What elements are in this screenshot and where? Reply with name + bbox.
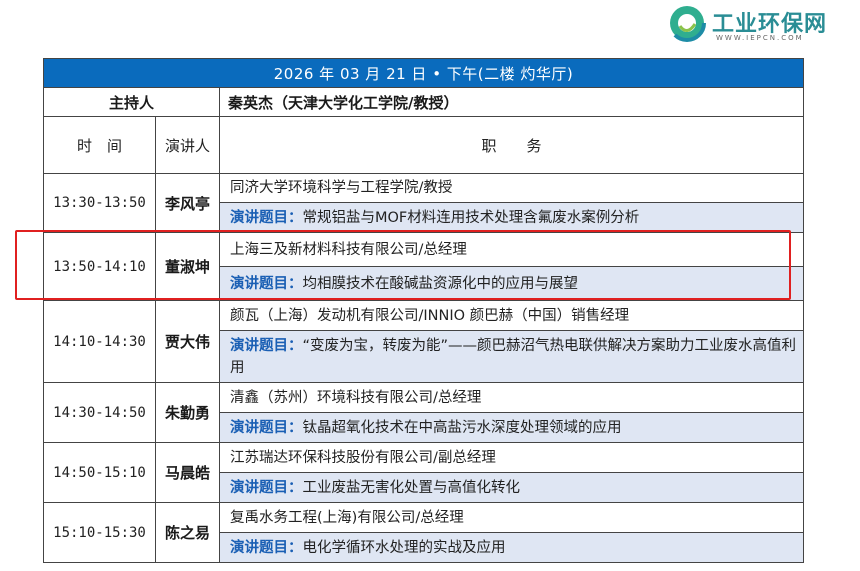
speaker-name: 李风亭 (155, 173, 220, 233)
topic-label: 演讲题目： (230, 209, 303, 226)
topic-text: 工业废盐无害化处置与高值化转化 (302, 479, 521, 496)
topic-label: 演讲题目： (230, 275, 303, 292)
speaker-org: 同济大学环境科学与工程学院/教授 (218, 173, 805, 203)
header-speaker: 演讲人 (155, 116, 220, 174)
table-row: 14:50-15:10 马晨皓 江苏瑞达环保科技股份有限公司/副总经理 (43, 442, 805, 503)
header-time: 时 间 (43, 116, 156, 174)
speaker-name: 陈之易 (155, 502, 220, 563)
host-row: 主持人 秦英杰（天津大学化工学院/教授） (43, 87, 805, 117)
host-label: 主持人 (43, 87, 220, 117)
topic-cell: 演讲题目：工业废盐无害化处置与高值化转化 (218, 472, 805, 503)
topic-label: 演讲题目： (230, 539, 303, 556)
banner-row: 2026 年 03 月 21 日 • 下午(二楼 灼华厅) (42, 58, 805, 88)
logo-mark-icon (668, 4, 706, 42)
topic-text: “变废为宝，转废为能”——颜巴赫沼气热电联供解决方案助力工业废水高值利用 (230, 337, 797, 376)
speaker-name: 马晨皓 (155, 442, 220, 503)
topic-cell: 演讲题目：“变废为宝，转废为能”——颜巴赫沼气热电联供解决方案助力工业废水高值利… (218, 330, 805, 383)
slot-time: 14:30-14:50 (43, 382, 156, 443)
speaker-org: 江苏瑞达环保科技股份有限公司/副总经理 (218, 442, 805, 473)
speaker-name: 朱勤勇 (155, 382, 220, 443)
header-position: 职 务 (218, 116, 805, 174)
slot-time: 14:10-14:30 (43, 300, 156, 383)
topic-label: 演讲题目： (230, 419, 303, 436)
logo: 工业环保网 WWW.IEPCN.COM (668, 4, 848, 44)
speaker-org: 上海三及新材料科技有限公司/总经理 (218, 232, 805, 267)
topic-text: 电化学循环水处理的实战及应用 (302, 539, 506, 556)
topic-text: 钛晶超氧化技术在中高盐污水深度处理领域的应用 (302, 419, 622, 436)
slot-time: 13:50-14:10 (43, 232, 156, 301)
topic-cell: 演讲题目：钛晶超氧化技术在中高盐污水深度处理领域的应用 (218, 412, 805, 443)
speaker-org: 清鑫（苏州）环境科技有限公司/总经理 (218, 382, 805, 413)
host-name: 秦英杰（天津大学化工学院/教授） (218, 87, 805, 117)
slot-time: 13:30-13:50 (43, 173, 156, 233)
topic-label: 演讲题目： (230, 337, 303, 354)
topic-cell: 演讲题目：常规铝盐与MOF材料连用技术处理含氟废水案例分析 (218, 202, 805, 233)
table-row: 15:10-15:30 陈之易 复禹水务工程(上海)有限公司/总经理 (43, 502, 805, 563)
topic-text: 常规铝盐与MOF材料连用技术处理含氟废水案例分析 (302, 209, 640, 226)
speaker-name: 董淑坤 (155, 232, 220, 301)
header-row: 时 间 演讲人 职 务 (43, 116, 805, 174)
topic-text: 均相膜技术在酸碱盐资源化中的应用与展望 (302, 275, 579, 292)
topic-label: 演讲题目： (230, 479, 303, 496)
logo-url: WWW.IEPCN.COM (716, 34, 804, 42)
page: 工业环保网 WWW.IEPCN.COM 2026 年 03 月 21 日 • 下… (0, 0, 860, 571)
slot-time: 15:10-15:30 (43, 502, 156, 563)
speaker-org: 复禹水务工程(上海)有限公司/总经理 (218, 502, 805, 533)
table-row: 14:10-14:30 贾大伟 颜瓦（上海）发动机有限公司/INNIO 颜巴赫（… (43, 300, 805, 383)
slot-time: 14:50-15:10 (43, 442, 156, 503)
session-banner: 2026 年 03 月 21 日 • 下午(二楼 灼华厅) (42, 58, 805, 88)
table-row: 13:50-14:10 董淑坤 上海三及新材料科技有限公司/总经理 (43, 232, 805, 301)
speaker-name: 贾大伟 (155, 300, 220, 383)
speaker-org: 颜瓦（上海）发动机有限公司/INNIO 颜巴赫（中国）销售经理 (218, 300, 805, 331)
table-row: 13:30-13:50 李风亭 同济大学环境科学与工程学院/教授 (43, 173, 805, 233)
table-row: 14:30-14:50 朱勤勇 清鑫（苏州）环境科技有限公司/总经理 (43, 382, 805, 443)
topic-cell: 演讲题目：均相膜技术在酸碱盐资源化中的应用与展望 (218, 266, 805, 301)
topic-cell: 演讲题目：电化学循环水处理的实战及应用 (218, 532, 805, 563)
schedule-table: 2026 年 03 月 21 日 • 下午(二楼 灼华厅) 主持人 秦英杰（天津… (42, 58, 805, 563)
